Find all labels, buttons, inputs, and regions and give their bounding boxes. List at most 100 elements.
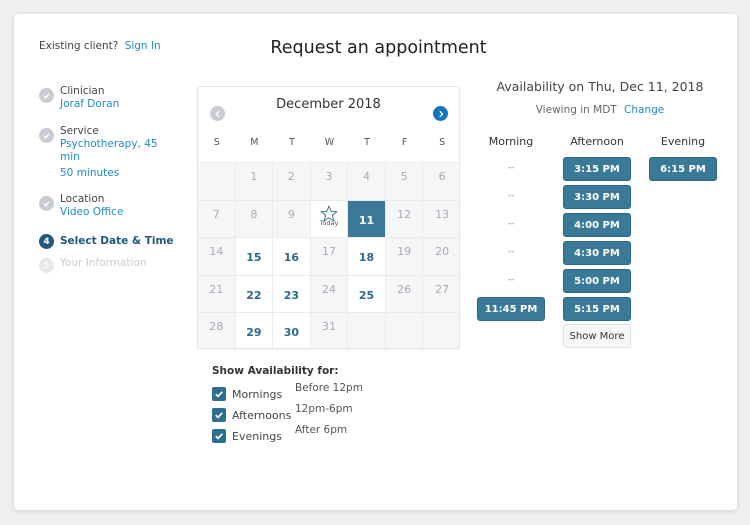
- change-timezone-link[interactable]: Change: [624, 104, 664, 116]
- weekday-label: S: [439, 137, 446, 148]
- calendar-week: 21 22 23 24 25 26 27: [198, 274, 459, 312]
- time-slot-button[interactable]: 3:30 PM: [563, 185, 631, 209]
- calendar-day-empty: [198, 163, 236, 200]
- check-icon: [39, 128, 54, 143]
- step-value[interactable]: Psychotherapy, 45: [60, 137, 158, 151]
- time-slot-button[interactable]: 4:30 PM: [563, 241, 631, 265]
- calendar-day-unavailable: 12: [385, 200, 424, 237]
- filter-description: 12pm-6pm: [295, 403, 353, 415]
- calendar-day-unavailable: 1: [235, 163, 274, 200]
- afternoons-checkbox[interactable]: [212, 408, 226, 422]
- calendar-day-unavailable: 19: [385, 238, 424, 275]
- time-slot-button[interactable]: 4:00 PM: [563, 213, 631, 237]
- checkmark-icon: [215, 412, 223, 419]
- calendar-week: 28 29 30 31: [198, 312, 459, 348]
- calendar-day-empty: [348, 313, 386, 348]
- time-slot-button[interactable]: 5:00 PM: [563, 269, 631, 293]
- filter-description: After 6pm: [295, 424, 348, 436]
- calendar-day-available[interactable]: 25: [348, 275, 386, 312]
- calendar-week: 7 8 9 Today 11 12 13: [198, 199, 459, 237]
- calendar-day-unavailable: 26: [385, 275, 424, 312]
- weekday-header: S M T W T F S: [198, 137, 459, 148]
- step-number-badge: 5: [39, 258, 54, 273]
- calendar-day-unavailable: 24: [310, 275, 349, 312]
- calendar-day-unavailable: 2: [273, 163, 311, 200]
- filter-afternoons[interactable]: Afternoons: [212, 407, 291, 423]
- calendar-grid: 1 2 3 4 5 6 7 8 9 Today 11 12 13 14 15 16 17 18 19 20 21 22 23…: [198, 162, 459, 348]
- calendar-day-unavailable: 14: [198, 238, 236, 275]
- step-value[interactable]: Joraf Doran: [60, 97, 119, 111]
- calendar-month-label: December 2018: [276, 97, 381, 112]
- calendar-day-unavailable: 27: [423, 275, 459, 312]
- calendar-day-available[interactable]: 18: [348, 238, 386, 275]
- page-title: Request an appointment: [270, 38, 487, 58]
- calendar-day-unavailable: 17: [310, 238, 349, 275]
- step-duration[interactable]: 50 minutes: [60, 166, 119, 180]
- filter-mornings[interactable]: Mornings: [212, 386, 282, 402]
- check-icon: [39, 196, 54, 211]
- filter-evenings[interactable]: Evenings: [212, 428, 282, 444]
- next-month-button[interactable]: [433, 106, 448, 121]
- no-availability-dash: --: [507, 247, 515, 257]
- no-availability-dash: --: [507, 163, 515, 173]
- mornings-checkbox[interactable]: [212, 387, 226, 401]
- timezone-line: Viewing in MDT Change: [470, 104, 730, 116]
- weekday-label: T: [364, 137, 370, 148]
- filter-description: Before 12pm: [295, 382, 363, 394]
- calendar-day-unavailable: 7: [198, 200, 236, 237]
- calendar-day-available[interactable]: 22: [235, 275, 274, 312]
- weekday-label: M: [250, 137, 259, 148]
- step-label: Your Information: [60, 257, 147, 269]
- step-label: Location: [60, 193, 105, 205]
- step-label: Service: [60, 125, 99, 137]
- evening-column-header: Evening: [660, 135, 706, 148]
- time-slot-button[interactable]: 3:15 PM: [563, 157, 631, 181]
- calendar-day-unavailable: 9: [273, 200, 311, 237]
- time-slot-button[interactable]: 5:15 PM: [563, 297, 631, 321]
- checkmark-icon: [215, 391, 223, 398]
- today-label: Today: [319, 218, 339, 227]
- calendar-day-empty: [423, 313, 459, 348]
- calendar-day-empty: [385, 313, 424, 348]
- timezone-text: Viewing in MDT: [535, 104, 617, 116]
- afternoon-column-header: Afternoon: [570, 135, 624, 148]
- time-slot-button[interactable]: 11:45 PM: [477, 297, 545, 321]
- step-value[interactable]: Video Office: [60, 205, 123, 219]
- step-number-badge: 4: [39, 234, 54, 249]
- chevron-left-icon: [214, 110, 220, 117]
- calendar-day-unavailable: 21: [198, 275, 236, 312]
- step-label: Clinician: [60, 85, 105, 97]
- weekday-label: T: [289, 137, 295, 148]
- morning-column-header: Morning: [488, 135, 534, 148]
- filter-label: Evenings: [232, 429, 282, 443]
- filter-label: Mornings: [232, 387, 283, 401]
- prev-month-button[interactable]: [210, 106, 225, 121]
- check-icon: [39, 88, 54, 103]
- calendar-day-selected[interactable]: 11: [348, 200, 386, 237]
- calendar: December 2018 S M T W T F S 1 2 3 4 5 6 7 8 9 Tod…: [197, 86, 460, 349]
- calendar-day-unavailable: 31: [310, 313, 349, 348]
- calendar-day-unavailable: 20: [423, 238, 459, 275]
- no-availability-dash: --: [507, 219, 515, 229]
- calendar-week: 123456: [198, 162, 459, 200]
- calendar-day-available[interactable]: 16: [273, 238, 311, 275]
- show-more-button[interactable]: Show More: [563, 324, 631, 348]
- calendar-day-available[interactable]: 30: [273, 313, 311, 348]
- no-availability-dash: --: [507, 191, 515, 201]
- weekday-label: S: [213, 137, 220, 148]
- availability-title: Availability on Thu, Dec 11, 2018: [496, 79, 704, 94]
- calendar-day-unavailable: 8: [235, 200, 274, 237]
- calendar-day-unavailable: 13: [423, 200, 459, 237]
- calendar-week: 14 15 16 17 18 19 20: [198, 237, 459, 275]
- no-availability-dash: --: [507, 275, 515, 285]
- calendar-day-today[interactable]: Today: [310, 200, 349, 237]
- filter-label: Afternoons: [232, 408, 292, 422]
- evenings-checkbox[interactable]: [212, 429, 226, 443]
- step-value-continued[interactable]: min: [60, 150, 80, 164]
- calendar-day-available[interactable]: 23: [273, 275, 311, 312]
- show-availability-title: Show Availability for:: [212, 365, 339, 377]
- time-slot-button[interactable]: 6:15 PM: [649, 157, 717, 181]
- calendar-day-unavailable: 4: [348, 163, 386, 200]
- calendar-day-available[interactable]: 15: [235, 238, 274, 275]
- calendar-day-available[interactable]: 29: [235, 313, 274, 348]
